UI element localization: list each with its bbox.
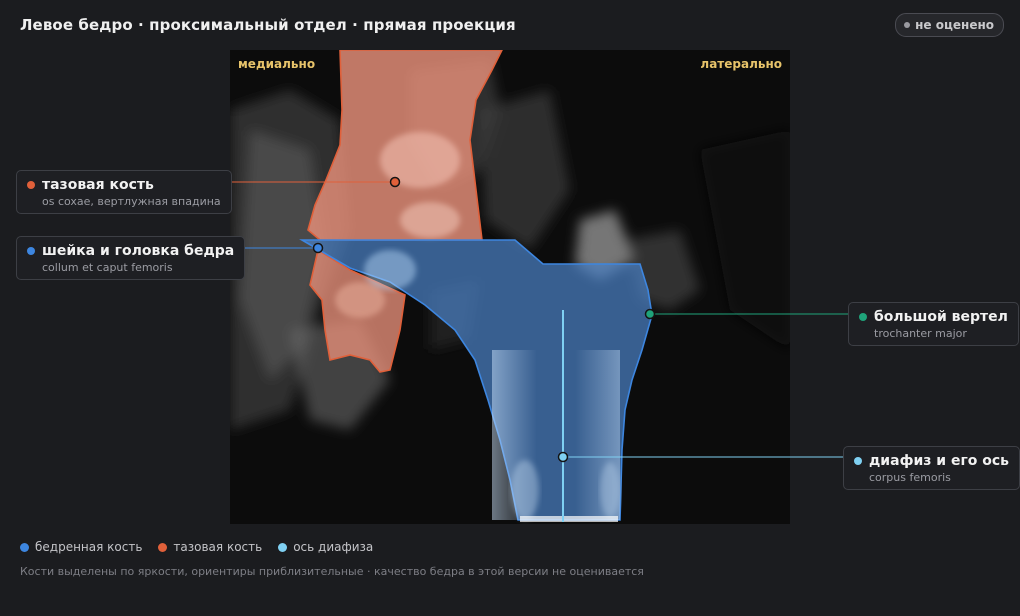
legend-pelvis-label: тазовая кость	[173, 540, 263, 554]
orientation-medial-label: медиально	[238, 57, 316, 71]
callout-femoral-shaft[interactable]: диафиз и его ось corpus femoris	[843, 446, 1020, 490]
neck-dot-icon	[27, 247, 35, 255]
pelvis-legend-dot-icon	[158, 542, 168, 552]
xray-viewer[interactable]: медиально латерально	[230, 50, 790, 524]
legend-axis-label: ось диафиза	[293, 540, 374, 554]
trochanter-dot-icon	[859, 313, 867, 321]
footnote: Кости выделены по яркости, ориентиры при…	[20, 565, 644, 578]
legend-femur-label: бедренная кость	[35, 540, 143, 554]
callout-neck-name: шейка и головка бедра	[42, 243, 235, 259]
femur-legend-dot-icon	[20, 542, 29, 552]
xray-image	[230, 50, 790, 524]
pelvis-dot-icon	[27, 181, 35, 189]
callout-trochanter-latin: trochanter major	[874, 327, 967, 340]
axis-legend-dot-icon	[278, 542, 288, 552]
shaft-dot-icon	[854, 457, 862, 465]
callout-femoral-neck[interactable]: шейка и головка бедра collum et caput fe…	[16, 236, 246, 280]
legend-item-shaft-axis: ось диафиза	[278, 540, 373, 554]
page-title: Левое бедро · проксимальный отдел · прям…	[20, 16, 516, 34]
callout-shaft-latin: corpus femoris	[869, 471, 951, 484]
legend-item-pelvis: тазовая кость	[158, 540, 262, 554]
legend-item-femur: бедренная кость	[20, 540, 142, 554]
callout-pelvis[interactable]: тазовая кость os coxae, вертлужная впади…	[16, 170, 232, 214]
orientation-lateral-label: латерально	[700, 57, 782, 71]
status-badge-label: не оценено	[915, 18, 994, 32]
legend: бедренная кость тазовая кость ось диафиз…	[20, 540, 373, 554]
callout-trochanter-name: большой вертел	[874, 309, 1008, 325]
callout-greater-trochanter[interactable]: большой вертел trochanter major	[848, 302, 1019, 346]
callout-pelvis-name: тазовая кость	[42, 177, 154, 193]
callout-neck-latin: collum et caput femoris	[42, 261, 173, 274]
callout-pelvis-latin: os coxae, вертлужная впадина	[42, 195, 221, 208]
status-dot-icon	[904, 22, 911, 28]
callout-shaft-name: диафиз и его ось	[869, 453, 1010, 469]
status-badge: не оценено	[895, 13, 1004, 37]
